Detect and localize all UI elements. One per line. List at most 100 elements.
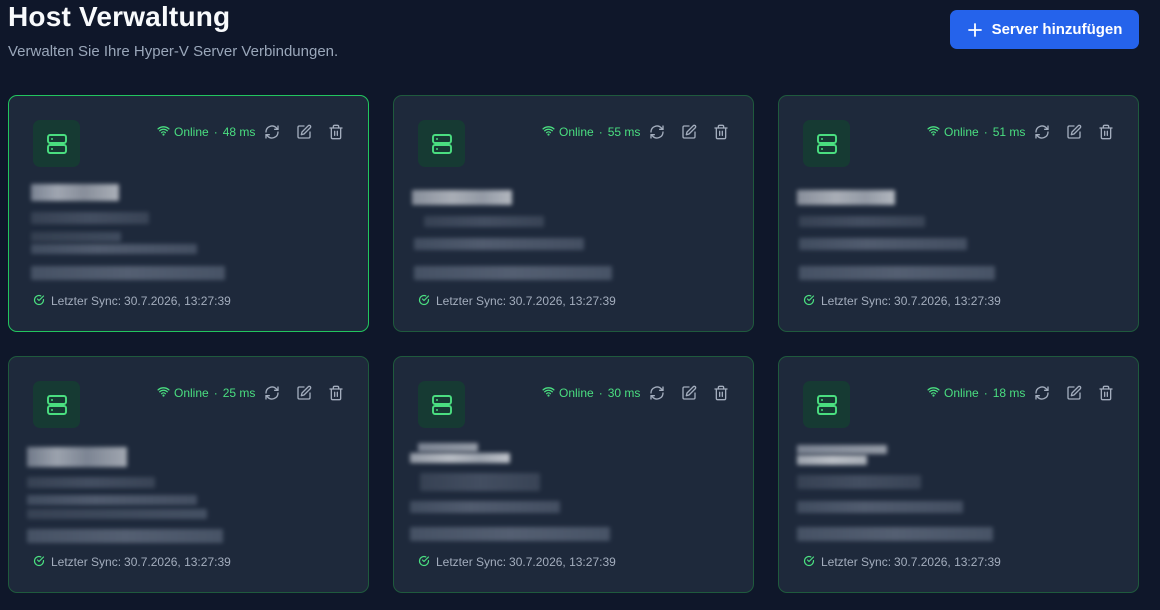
refresh-icon[interactable] bbox=[262, 383, 282, 403]
edit-icon[interactable] bbox=[679, 383, 699, 403]
status-badge: Online · 30 ms bbox=[542, 385, 640, 401]
refresh-icon[interactable] bbox=[647, 383, 667, 403]
wifi-icon bbox=[542, 124, 555, 140]
status-text: Online bbox=[944, 125, 979, 139]
status-separator: · bbox=[598, 386, 603, 400]
host-card: Online · 25 ms Letzter Sync: 30.7.2026, … bbox=[8, 356, 369, 593]
status-badge: Online · 25 ms bbox=[157, 385, 255, 401]
page-title: Host Verwaltung bbox=[8, 1, 231, 32]
card-actions bbox=[1032, 122, 1116, 142]
edit-icon[interactable] bbox=[294, 383, 314, 403]
sync-label: Letzter Sync: bbox=[51, 555, 122, 569]
last-sync: Letzter Sync: 30.7.2026, 13:27:39 bbox=[418, 554, 616, 570]
latency-text: 51 ms bbox=[992, 125, 1026, 139]
status-text: Online bbox=[559, 125, 594, 139]
add-server-button[interactable]: Server hinzufügen bbox=[950, 10, 1139, 49]
check-circle-icon bbox=[33, 294, 45, 309]
sync-time: 30.7.2026, 13:27:39 bbox=[509, 294, 616, 308]
wifi-icon bbox=[157, 385, 170, 401]
wifi-icon bbox=[927, 124, 940, 140]
host-card: Online · 48 ms Letzter Sync: 30.7.2026, … bbox=[8, 95, 369, 332]
host-grid: Online · 48 ms Letzter Sync: 30.7.2026, … bbox=[8, 95, 1139, 593]
sync-time: 30.7.2026, 13:27:39 bbox=[894, 294, 1001, 308]
last-sync: Letzter Sync: 30.7.2026, 13:27:39 bbox=[803, 554, 1001, 570]
status-text: Online bbox=[174, 386, 209, 400]
server-icon bbox=[803, 120, 850, 167]
host-card: Online · 51 ms Letzter Sync: 30.7.2026, … bbox=[778, 95, 1139, 332]
card-actions bbox=[262, 383, 346, 403]
check-circle-icon bbox=[33, 555, 45, 570]
check-circle-icon bbox=[803, 294, 815, 309]
last-sync: Letzter Sync: 30.7.2026, 13:27:39 bbox=[33, 293, 231, 309]
status-text: Online bbox=[174, 125, 209, 139]
trash-icon[interactable] bbox=[711, 122, 731, 142]
sync-time: 30.7.2026, 13:27:39 bbox=[124, 294, 231, 308]
server-icon bbox=[33, 120, 80, 167]
trash-icon[interactable] bbox=[711, 383, 731, 403]
redacted-host-details bbox=[29, 182, 249, 292]
sync-label: Letzter Sync: bbox=[51, 294, 122, 308]
host-card: Online · 30 ms Letzter Sync: 30.7.2026, … bbox=[393, 356, 754, 593]
status-badge: Online · 51 ms bbox=[927, 124, 1025, 140]
add-server-button-label: Server hinzufügen bbox=[991, 21, 1123, 38]
status-badge: Online · 55 ms bbox=[542, 124, 640, 140]
server-icon bbox=[418, 120, 465, 167]
server-icon bbox=[803, 381, 850, 428]
latency-text: 25 ms bbox=[222, 386, 256, 400]
trash-icon[interactable] bbox=[326, 122, 346, 142]
redacted-host-details bbox=[797, 443, 1019, 553]
redacted-host-details bbox=[27, 443, 249, 553]
redacted-host-details bbox=[410, 443, 634, 553]
host-management-page: Host Verwaltung Verwalten Sie Ihre Hyper… bbox=[0, 0, 1160, 610]
check-circle-icon bbox=[803, 555, 815, 570]
host-card: Online · 18 ms Letzter Sync: 30.7.2026, … bbox=[778, 356, 1139, 593]
wifi-icon bbox=[542, 385, 555, 401]
server-icon bbox=[33, 381, 80, 428]
sync-label: Letzter Sync: bbox=[436, 555, 507, 569]
trash-icon[interactable] bbox=[1096, 122, 1116, 142]
edit-icon[interactable] bbox=[679, 122, 699, 142]
check-circle-icon bbox=[418, 294, 430, 309]
page-subtitle: Verwalten Sie Ihre Hyper-V Server Verbin… bbox=[8, 43, 339, 60]
card-actions bbox=[647, 383, 731, 403]
refresh-icon[interactable] bbox=[262, 122, 282, 142]
latency-text: 55 ms bbox=[607, 125, 641, 139]
latency-text: 30 ms bbox=[607, 386, 641, 400]
status-badge: Online · 18 ms bbox=[927, 385, 1025, 401]
sync-label: Letzter Sync: bbox=[821, 555, 892, 569]
redacted-host-details bbox=[412, 182, 634, 292]
plus-icon bbox=[967, 22, 983, 38]
refresh-icon[interactable] bbox=[1032, 383, 1052, 403]
last-sync: Letzter Sync: 30.7.2026, 13:27:39 bbox=[33, 554, 231, 570]
sync-label: Letzter Sync: bbox=[436, 294, 507, 308]
status-separator: · bbox=[983, 125, 988, 139]
status-separator: · bbox=[213, 125, 218, 139]
status-text: Online bbox=[944, 386, 979, 400]
last-sync: Letzter Sync: 30.7.2026, 13:27:39 bbox=[803, 293, 1001, 309]
edit-icon[interactable] bbox=[1064, 122, 1084, 142]
redacted-host-details bbox=[797, 182, 1019, 292]
edit-icon[interactable] bbox=[294, 122, 314, 142]
card-actions bbox=[647, 122, 731, 142]
wifi-icon bbox=[927, 385, 940, 401]
sync-time: 30.7.2026, 13:27:39 bbox=[894, 555, 1001, 569]
trash-icon[interactable] bbox=[1096, 383, 1116, 403]
edit-icon[interactable] bbox=[1064, 383, 1084, 403]
server-icon bbox=[418, 381, 465, 428]
card-actions bbox=[262, 122, 346, 142]
status-separator: · bbox=[598, 125, 603, 139]
last-sync: Letzter Sync: 30.7.2026, 13:27:39 bbox=[418, 293, 616, 309]
card-actions bbox=[1032, 383, 1116, 403]
sync-label: Letzter Sync: bbox=[821, 294, 892, 308]
refresh-icon[interactable] bbox=[647, 122, 667, 142]
sync-time: 30.7.2026, 13:27:39 bbox=[124, 555, 231, 569]
latency-text: 18 ms bbox=[992, 386, 1026, 400]
status-separator: · bbox=[983, 386, 988, 400]
status-separator: · bbox=[213, 386, 218, 400]
latency-text: 48 ms bbox=[222, 125, 256, 139]
page-header: Host Verwaltung Verwalten Sie Ihre Hyper… bbox=[0, 0, 1160, 80]
trash-icon[interactable] bbox=[326, 383, 346, 403]
host-card: Online · 55 ms Letzter Sync: 30.7.2026, … bbox=[393, 95, 754, 332]
refresh-icon[interactable] bbox=[1032, 122, 1052, 142]
sync-time: 30.7.2026, 13:27:39 bbox=[509, 555, 616, 569]
